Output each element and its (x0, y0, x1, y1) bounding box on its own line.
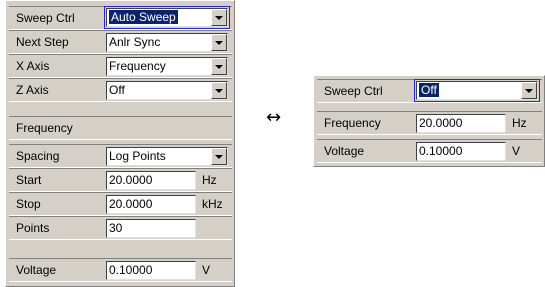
start-unit: Hz (202, 173, 217, 187)
chevron-down-icon[interactable] (521, 82, 537, 99)
stop-value: 20.0000 (109, 197, 153, 211)
right-sweep-ctrl-row: Sweep Ctrl Off (317, 79, 542, 103)
bidirectional-arrow-icon: ↔ (266, 107, 282, 128)
sweep-ctrl-value: Auto Sweep (109, 10, 178, 24)
voltage-input[interactable]: 0.10000 (106, 261, 196, 280)
next-step-value: Anlr Sync (109, 35, 161, 49)
x-axis-dropdown[interactable]: Frequency (106, 57, 228, 76)
points-input[interactable]: 30 (106, 219, 196, 238)
right-voltage-input[interactable]: 0.10000 (416, 142, 506, 161)
right-frequency-value: 20.0000 (419, 116, 463, 130)
x-axis-value: Frequency (109, 59, 166, 73)
points-row: Points 30 (9, 216, 232, 240)
voltage-row: Voltage 0.10000 V (9, 258, 232, 282)
next-step-label: Next Step (16, 35, 69, 49)
chevron-down-icon[interactable] (211, 148, 227, 165)
left-sweep-panel: Sweep Ctrl Auto Sweep Next Step Anlr Syn… (5, 0, 235, 287)
z-axis-label: Z Axis (16, 83, 49, 97)
sweep-ctrl-dropdown[interactable]: Auto Sweep (106, 8, 228, 27)
stop-row: Stop 20.0000 kHz (9, 192, 232, 216)
z-axis-value: Off (109, 83, 125, 97)
z-axis-dropdown[interactable]: Off (106, 81, 228, 100)
start-label: Start (16, 173, 42, 187)
spacing-row: Spacing Log Points (9, 144, 232, 168)
sweep-ctrl-row: Sweep Ctrl Auto Sweep (9, 6, 232, 30)
stop-label: Stop (16, 197, 41, 211)
right-frequency-row: Frequency 20.0000 Hz (317, 111, 542, 135)
stop-unit: kHz (202, 197, 223, 211)
voltage-unit: V (202, 263, 211, 277)
chevron-down-icon[interactable] (211, 9, 227, 26)
right-voltage-unit: V (512, 144, 521, 158)
points-value: 30 (109, 221, 123, 235)
voltage-label: Voltage (16, 263, 57, 277)
right-voltage-value: 0.10000 (419, 144, 463, 158)
spacing-value: Log Points (109, 149, 166, 163)
frequency-section-label: Frequency (16, 121, 73, 135)
start-value: 20.0000 (109, 173, 153, 187)
start-row: Start 20.0000 Hz (9, 168, 232, 192)
spacing-dropdown[interactable]: Log Points (106, 147, 228, 166)
z-axis-row: Z Axis Off (9, 78, 232, 102)
right-sweep-ctrl-dropdown[interactable]: Off (416, 81, 538, 100)
points-label: Points (16, 221, 50, 235)
right-frequency-label: Frequency (324, 116, 381, 130)
right-sweep-ctrl-label: Sweep Ctrl (324, 84, 383, 98)
right-sweep-panel: Sweep Ctrl Off Frequency 20.0000 Hz Volt… (313, 75, 545, 167)
start-input[interactable]: 20.0000 (106, 171, 196, 190)
right-voltage-label: Voltage (324, 144, 365, 158)
frequency-section-header: Frequency (9, 116, 232, 140)
next-step-dropdown[interactable]: Anlr Sync (106, 33, 228, 52)
right-sweep-ctrl-value: Off (419, 83, 439, 97)
spacing-label: Spacing (16, 149, 60, 163)
voltage-value: 0.10000 (109, 263, 153, 277)
right-voltage-row: Voltage 0.10000 V (317, 139, 542, 163)
chevron-down-icon[interactable] (211, 34, 227, 51)
chevron-down-icon[interactable] (211, 82, 227, 99)
x-axis-label: X Axis (16, 59, 50, 73)
right-frequency-input[interactable]: 20.0000 (416, 114, 506, 133)
next-step-row: Next Step Anlr Sync (9, 30, 232, 54)
stop-input[interactable]: 20.0000 (106, 195, 196, 214)
chevron-down-icon[interactable] (211, 58, 227, 75)
right-frequency-unit: Hz (512, 116, 527, 130)
sweep-ctrl-label: Sweep Ctrl (16, 11, 75, 25)
x-axis-row: X Axis Frequency (9, 54, 232, 78)
